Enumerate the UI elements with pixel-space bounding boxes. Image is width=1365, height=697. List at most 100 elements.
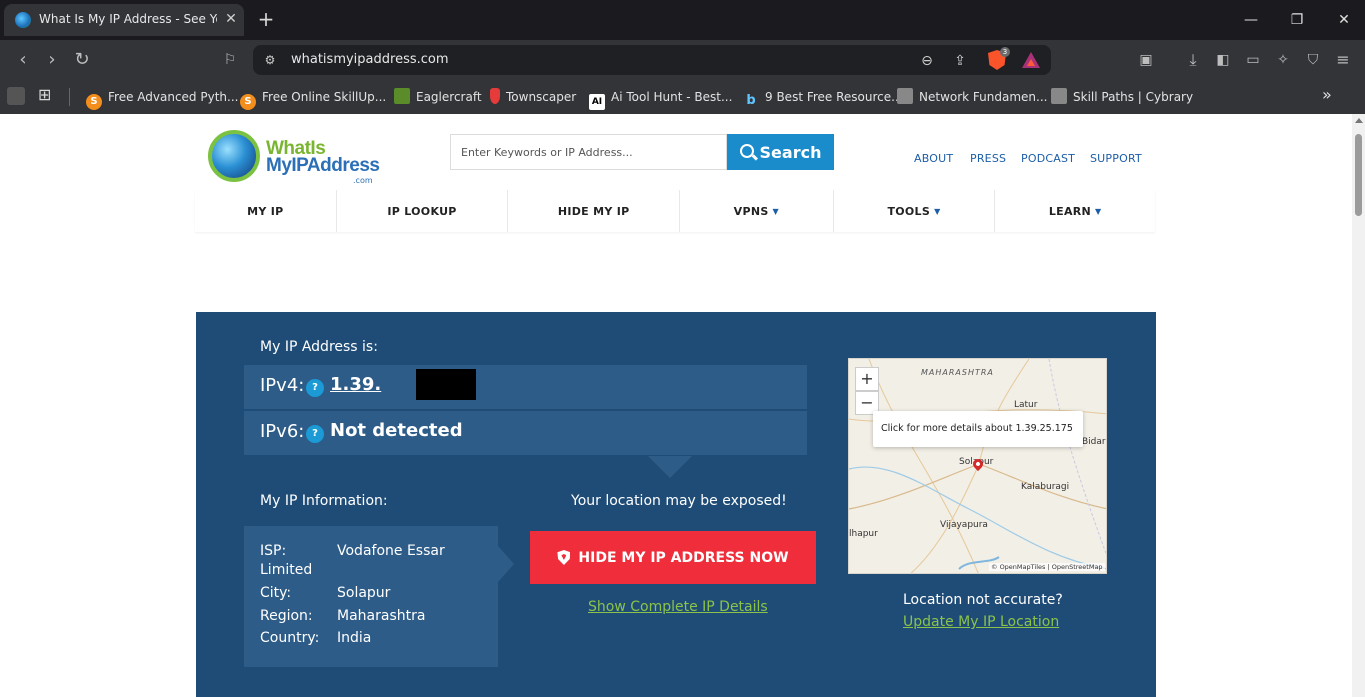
site-logo[interactable]: WhatIs MyIPAddress .com — [208, 128, 380, 188]
vpn-icon[interactable]: ⛉ — [1302, 49, 1324, 71]
zoom-in-button[interactable]: + — [855, 367, 879, 391]
maximize-button[interactable]: ❐ — [1287, 10, 1307, 30]
location-not-accurate: Location not accurate? — [903, 592, 1063, 608]
bookmark-label: Free Advanced Pyth... — [108, 90, 239, 104]
reader-mode-icon[interactable]: ▣ — [1135, 49, 1157, 71]
bookmark-label: Skill Paths | Cybrary — [1073, 90, 1194, 104]
scroll-thumb[interactable] — [1355, 134, 1362, 216]
tab-groups-icon[interactable] — [7, 87, 25, 105]
hide-my-ip-button[interactable]: HIDE MY IP ADDRESS NOW — [530, 531, 816, 584]
bookmark-label: Ai Tool Hunt - Best... — [611, 90, 733, 104]
url-text[interactable]: whatismyipaddress.com — [291, 52, 449, 67]
skillup-icon: S — [86, 94, 102, 110]
bookmark-item[interactable]: Eaglercraft — [394, 87, 482, 107]
new-tab-button[interactable]: + — [256, 9, 276, 29]
bookmark-label: 9 Best Free Resource... — [765, 90, 903, 104]
forward-icon[interactable]: › — [41, 49, 63, 71]
nav-ip-lookup[interactable]: IP LOOKUP — [337, 190, 509, 232]
about-link[interactable]: ABOUT — [914, 152, 953, 165]
back-icon[interactable]: ‹ — [12, 49, 34, 71]
map-place-label: Bidar — [1082, 437, 1106, 447]
bookmark-item[interactable]: Skill Paths | Cybrary — [1051, 87, 1193, 107]
grass-block-icon — [394, 88, 410, 104]
apps-grid-icon[interactable]: ⊞ — [38, 85, 51, 104]
help-icon[interactable]: ? — [306, 379, 324, 397]
nav-label: VPNS — [733, 204, 769, 218]
region-value: Maharashtra — [337, 608, 426, 624]
map-place-label: Kalaburagi — [1021, 482, 1070, 492]
bookmark-label: Townscaper — [506, 90, 577, 104]
ip-info-box: ISP: Vodafone Essar Limited City: Solapu… — [244, 526, 498, 667]
close-window-button[interactable]: ✕ — [1334, 10, 1354, 30]
podcast-link[interactable]: PODCAST — [1021, 152, 1075, 165]
main-nav: MY IP IP LOOKUP HIDE MY IP VPNS ▼ TOOLS ▼ … — [195, 190, 1155, 232]
map-attribution[interactable]: © OpenMapTiles | OpenStreetMap — [989, 563, 1105, 571]
press-link[interactable]: PRESS — [970, 152, 1006, 165]
ipv6-label: IPv6: — [260, 421, 305, 442]
bookmark-item[interactable]: S Free Online SkillUp... — [240, 87, 386, 110]
menu-icon[interactable]: ≡ — [1332, 49, 1354, 71]
download-icon[interactable]: ⤓ — [1182, 49, 1204, 71]
nav-label: MY IP — [247, 204, 284, 218]
nav-hide-my-ip[interactable]: HIDE MY IP — [508, 190, 680, 232]
ipv4-value[interactable]: 1.39. — [330, 374, 381, 395]
reload-icon[interactable]: ↻ — [71, 49, 93, 71]
shields-count-badge: 3 — [1000, 47, 1010, 57]
support-link[interactable]: SUPPORT — [1090, 152, 1142, 165]
isp-value-cont: Limited — [260, 562, 313, 578]
logo-suffix: .com — [353, 176, 373, 185]
ipv6-row: IPv6: ? Not detected — [244, 411, 807, 455]
shield-icon — [557, 550, 571, 565]
help-icon[interactable]: ? — [306, 425, 324, 443]
bookmark-label: Eaglercraft — [416, 90, 482, 104]
address-bar[interactable]: ⚙ whatismyipaddress.com ⊖ ⇪ 3 — [253, 45, 1051, 75]
nav-tools[interactable]: TOOLS ▼ — [834, 190, 996, 232]
ip-hero-panel: My IP Address is: IPv4: ? 1.39. IPv6: ? … — [196, 312, 1156, 697]
globe-logo-icon — [208, 130, 260, 182]
minimize-button[interactable]: — — [1241, 10, 1261, 30]
bookmark-item[interactable]: Townscaper — [490, 87, 576, 107]
sidebar-icon[interactable]: ◧ — [1212, 49, 1234, 71]
bookmark-item[interactable]: AI Ai Tool Hunt - Best... — [589, 87, 733, 110]
region-key: Region: — [260, 608, 313, 624]
show-details-link[interactable]: Show Complete IP Details — [588, 599, 768, 615]
nav-label: TOOLS — [887, 204, 931, 218]
bookmark-item[interactable]: S Free Advanced Pyth... — [86, 87, 239, 110]
share-icon[interactable]: ⇪ — [950, 51, 970, 71]
search-button[interactable]: Search — [727, 134, 834, 170]
page-scrollbar[interactable] — [1352, 114, 1365, 697]
search-icon — [739, 144, 754, 158]
bookmark-item[interactable]: b 9 Best Free Resource... — [743, 87, 903, 108]
location-map[interactable]: + − MAHARASHTRA Latur Bidar Solapur Kala… — [848, 358, 1107, 574]
zoom-icon[interactable]: ⊖ — [917, 51, 937, 71]
site-settings-icon[interactable]: ⚙ — [262, 52, 278, 68]
b-icon: b — [746, 93, 756, 108]
globe-icon — [15, 12, 31, 28]
update-location-link[interactable]: Update My IP Location — [903, 614, 1059, 630]
map-place-label: lhapur — [849, 529, 878, 539]
map-place-label: Vijayapura — [940, 520, 988, 530]
nav-learn[interactable]: LEARN ▼ — [995, 190, 1155, 232]
scroll-up-icon[interactable] — [1355, 118, 1363, 123]
map-popup[interactable]: Click for more details about 1.39.25.175 — [873, 411, 1083, 447]
ip-box-pointer — [648, 456, 692, 478]
nav-my-ip[interactable]: MY IP — [195, 190, 337, 232]
bookmark-icon[interactable]: ⚐ — [219, 49, 241, 71]
bookmark-item[interactable]: Network Fundamen... — [897, 87, 1047, 107]
cybrary-icon — [1051, 88, 1067, 104]
leo-ai-icon[interactable]: ✧ — [1272, 49, 1294, 71]
search-input[interactable] — [450, 134, 727, 170]
wallet-icon[interactable]: ▭ — [1242, 49, 1264, 71]
chevron-down-icon: ▼ — [1095, 206, 1102, 216]
more-bookmarks-icon[interactable]: » — [1322, 85, 1332, 104]
map-popup-text[interactable]: Click for more details about 1.39.25.175 — [881, 423, 1073, 434]
search-button-label: Search — [759, 142, 822, 162]
hide-my-ip-label: HIDE MY IP ADDRESS NOW — [578, 549, 789, 566]
nav-label: IP LOOKUP — [387, 204, 457, 218]
tab-close-icon[interactable]: ✕ — [222, 10, 240, 28]
browser-toolbar: ‹ › ↻ ⚐ ⚙ whatismyipaddress.com ⊖ ⇪ 3 ▣ … — [0, 40, 1365, 80]
nav-vpns[interactable]: VPNS ▼ — [680, 190, 834, 232]
brave-rewards-inner-icon — [1027, 59, 1035, 66]
browser-tab[interactable]: What Is My IP Address - See Your ✕ — [4, 4, 244, 36]
cybrary-icon — [897, 88, 913, 104]
